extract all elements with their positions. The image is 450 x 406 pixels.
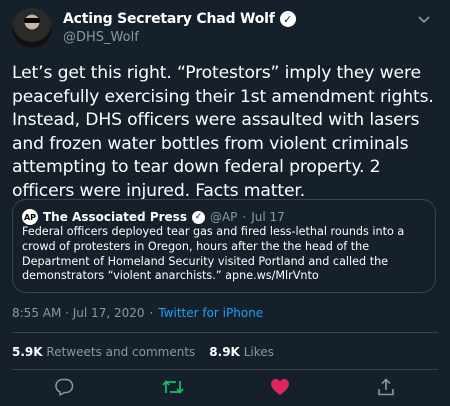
tweet-source-link[interactable]: Twitter for iPhone (158, 306, 263, 320)
share-icon[interactable] (374, 376, 398, 398)
retweet-icon[interactable] (161, 376, 185, 398)
avatar[interactable] (12, 8, 52, 48)
timestamp-separator: · (149, 306, 154, 320)
chevron-down-icon[interactable] (414, 12, 434, 28)
tweet-actions (0, 372, 450, 402)
divider (12, 332, 438, 333)
retweets-stat[interactable]: 5.9K Retweets and comments (12, 345, 195, 359)
likes-label: Likes (243, 345, 274, 359)
likes-count: 8.9K (209, 345, 240, 359)
quoted-author-name: The Associated Press (43, 210, 187, 224)
tweet-stats: 5.9K Retweets and comments 8.9K Likes (12, 345, 274, 359)
retweets-label: Retweets and comments (46, 345, 196, 359)
heart-icon[interactable] (268, 376, 292, 398)
tweet-header: Acting Secretary Chad Wolf ✓ @DHS_Wolf (12, 8, 438, 52)
tweet-text: Let’s get this right. “Protestors” imply… (12, 63, 434, 201)
tweet-time[interactable]: 8:55 AM · Jul 17, 2020 (12, 306, 145, 320)
author-display-name[interactable]: Acting Secretary Chad Wolf (63, 11, 275, 27)
retweets-count: 5.9K (12, 345, 43, 359)
quoted-separator: · (242, 210, 247, 224)
author-name-row[interactable]: Acting Secretary Chad Wolf ✓ (63, 10, 296, 28)
quoted-tweet-card[interactable]: AP The Associated Press ✓ @AP · Jul 17 F… (12, 199, 436, 293)
divider (12, 369, 438, 370)
quoted-author-handle: @AP (209, 210, 238, 224)
verified-badge-icon: ✓ (279, 11, 296, 27)
ap-logo-avatar: AP (22, 209, 38, 225)
author-handle[interactable]: @DHS_Wolf (63, 30, 139, 45)
reply-icon[interactable] (52, 376, 76, 398)
tweet-timestamp-row: 8:55 AM · Jul 17, 2020 · Twitter for iPh… (12, 306, 263, 320)
likes-stat[interactable]: 8.9K Likes (209, 345, 274, 359)
verified-badge-icon: ✓ (191, 210, 205, 224)
quoted-tweet-header: AP The Associated Press ✓ @AP · Jul 17 (22, 209, 285, 225)
quoted-date: Jul 17 (251, 210, 285, 224)
quoted-tweet-text: Federal officers deployed tear gas and f… (22, 225, 405, 283)
